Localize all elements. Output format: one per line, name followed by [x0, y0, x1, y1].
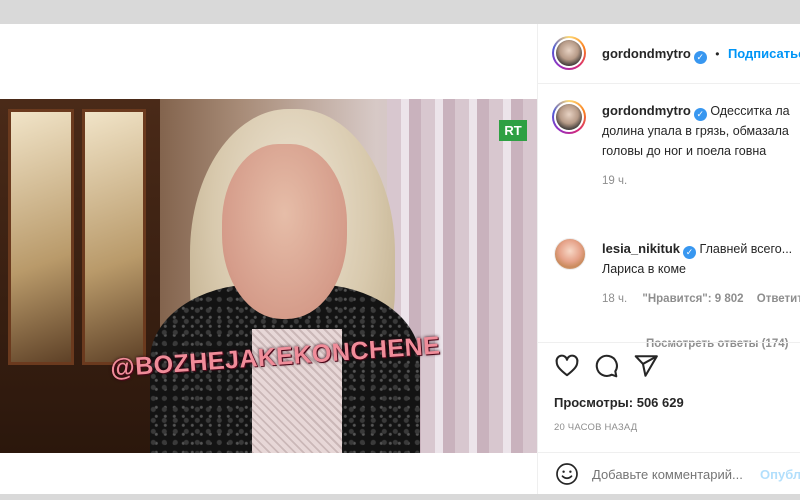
author-avatar[interactable]	[552, 36, 586, 70]
action-bar: Просмотры: 506 629 20 ЧАСОВ НАЗАД	[538, 342, 800, 453]
heart-icon[interactable]	[554, 353, 580, 379]
video-player[interactable]: RT @BOZHEJAKEKONCHENE	[0, 99, 537, 453]
post-comment-button[interactable]: Опубликовать	[760, 467, 800, 482]
person-face	[222, 144, 347, 319]
smiley-icon[interactable]	[555, 462, 579, 486]
comment-avatar[interactable]	[554, 238, 586, 270]
follow-button[interactable]: Подписаться	[728, 46, 800, 61]
caption-avatar[interactable]	[552, 100, 586, 134]
rt-channel-logo: RT	[499, 120, 527, 141]
caption-text-start: Одесситка ла	[710, 104, 790, 118]
post-sidebar: gordondmytro✓ • Подписаться gordondmytro…	[537, 24, 800, 494]
caption-line-1: gordondmytro ✓ Одесситка ла	[602, 101, 800, 121]
caption-username[interactable]: gordondmytro	[602, 103, 691, 118]
post-modal: RT @BOZHEJAKEKONCHENE gordondmytro ✓ • По…	[0, 24, 800, 494]
views-label: Просмотры:	[554, 395, 634, 410]
comment-input[interactable]	[592, 463, 754, 485]
paper-plane-icon[interactable]	[633, 353, 659, 379]
post-header: gordondmytro✓ • Подписаться	[538, 24, 800, 84]
caption-line-2: долина упала в грязь, обмазала	[602, 124, 789, 138]
comment-username[interactable]: lesia_nikituk	[602, 241, 680, 256]
header-separator: •	[715, 47, 720, 61]
comment-text-start: Главней всего...	[699, 242, 793, 256]
comment-likes[interactable]: "Нравится": 9 802	[642, 293, 743, 305]
cabinet-glass-left	[8, 109, 74, 365]
comment-meta-row: 18 ч. "Нравится": 9 802 Ответить	[602, 293, 800, 305]
comment-line-2: Лариса в коме	[602, 262, 686, 276]
comment-time[interactable]: 18 ч.	[602, 293, 627, 305]
caption-time[interactable]: 19 ч.	[602, 175, 800, 187]
views-row: Просмотры: 506 629	[554, 395, 684, 410]
comment-line-1: lesia_nikituk ✓ Главней всего...	[602, 239, 800, 259]
reply-button[interactable]: Ответить	[757, 293, 800, 305]
caption-line-3: головы до ног и поела говна	[602, 144, 767, 158]
verified-badge-icon: ✓	[693, 108, 707, 121]
header-username[interactable]: gordondmytro	[602, 46, 691, 61]
comments-list[interactable]: gordondmytro ✓ Одесситка ла долина упала …	[538, 84, 800, 354]
media-panel: RT @BOZHEJAKEKONCHENE	[0, 24, 537, 494]
posted-time[interactable]: 20 ЧАСОВ НАЗАД	[554, 422, 637, 433]
header-title-row: gordondmytro✓ • Подписаться	[602, 45, 800, 64]
comment-body: lesia_nikituk ✓ Главней всего... Лариса в…	[602, 239, 800, 305]
speech-bubble-icon[interactable]	[593, 353, 619, 379]
views-count[interactable]: 506 629	[637, 395, 684, 410]
caption-body: gordondmytro ✓ Одесситка ла долина упала …	[602, 101, 800, 187]
add-comment-bar: Опубликовать	[538, 452, 800, 494]
verified-badge-icon: ✓	[683, 246, 697, 259]
cabinet-glass-right	[82, 109, 146, 365]
verified-badge-icon: ✓	[693, 51, 707, 64]
background-cabinet	[0, 99, 160, 453]
